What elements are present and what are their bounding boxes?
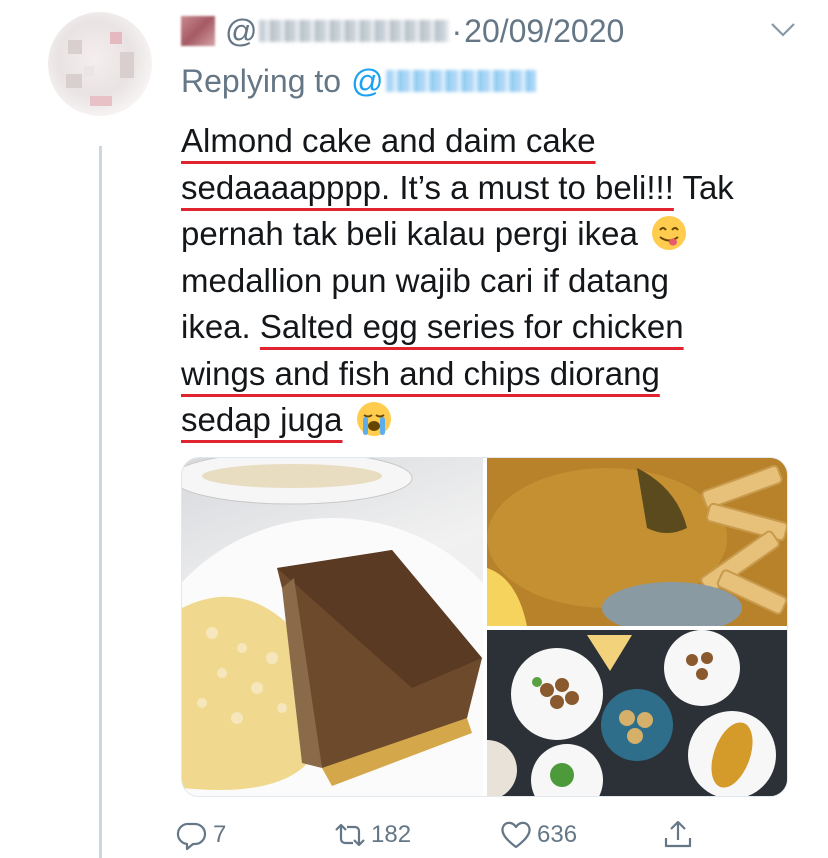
tweet-line-7: sedap juga: [181, 401, 343, 438]
replying-to: Replying to @: [181, 61, 536, 101]
avatar[interactable]: [48, 12, 152, 116]
tweet-line-5b: Salted egg series for chicken: [259, 308, 684, 345]
handle-prefix[interactable]: @: [225, 13, 257, 50]
retweet-button[interactable]: 182: [333, 813, 411, 857]
tweet-line-4: medallion pun wajib cari if datang: [181, 261, 669, 299]
photo-fish-and-chips[interactable]: [487, 458, 787, 626]
tweet-text: Almond cake and daim cake sedaaaapppp. I…: [181, 118, 741, 444]
fish-illustration: [487, 458, 787, 626]
tweet-line-2: sedaaaapppp. It’s a must to beli!!!: [181, 168, 674, 206]
reply-button[interactable]: 7: [175, 813, 226, 857]
tweet-line-3: pernah tak beli kalau pergi ikea: [181, 215, 638, 252]
loudly-crying-face-emoji: [356, 402, 391, 436]
tweet-line-6: wings and fish and chips diorang: [181, 354, 660, 392]
tweet-line-1: Almond cake and daim cake: [181, 122, 596, 159]
author-handle-redacted[interactable]: [259, 20, 450, 42]
thread-line: [99, 146, 102, 858]
tweet-line-5: ikea.: [181, 308, 251, 345]
tweet-date[interactable]: 20/09/2020: [464, 13, 624, 50]
cake-illustration: [182, 458, 483, 796]
reply-handle-redacted[interactable]: [385, 70, 536, 92]
tweet-header: @ · 20/09/2020: [181, 11, 624, 51]
reply-at[interactable]: @: [351, 63, 383, 100]
reply-icon: [176, 822, 207, 851]
like-count: 636: [537, 821, 578, 848]
retweet-icon: [335, 823, 365, 847]
tweet-line-2b: Tak: [673, 168, 734, 206]
author-avatar[interactable]: [181, 16, 215, 46]
chevron-down-icon[interactable]: [768, 18, 798, 40]
table-illustration: [487, 630, 787, 796]
share-button[interactable]: [661, 813, 695, 857]
reply-count: 7: [213, 821, 227, 848]
photo-table-spread[interactable]: [487, 630, 787, 796]
like-button[interactable]: 636: [499, 813, 577, 857]
replying-to-label: Replying to: [181, 62, 342, 99]
tweet-actions: 7 182 636: [176, 813, 801, 857]
face-savoring-food-emoji: [651, 216, 686, 250]
photo-cake[interactable]: [182, 458, 483, 796]
date-separator: ·: [451, 12, 463, 49]
heart-icon: [501, 821, 531, 849]
media-grid[interactable]: [181, 457, 788, 797]
retweet-count: 182: [371, 821, 412, 848]
share-icon: [664, 820, 692, 848]
